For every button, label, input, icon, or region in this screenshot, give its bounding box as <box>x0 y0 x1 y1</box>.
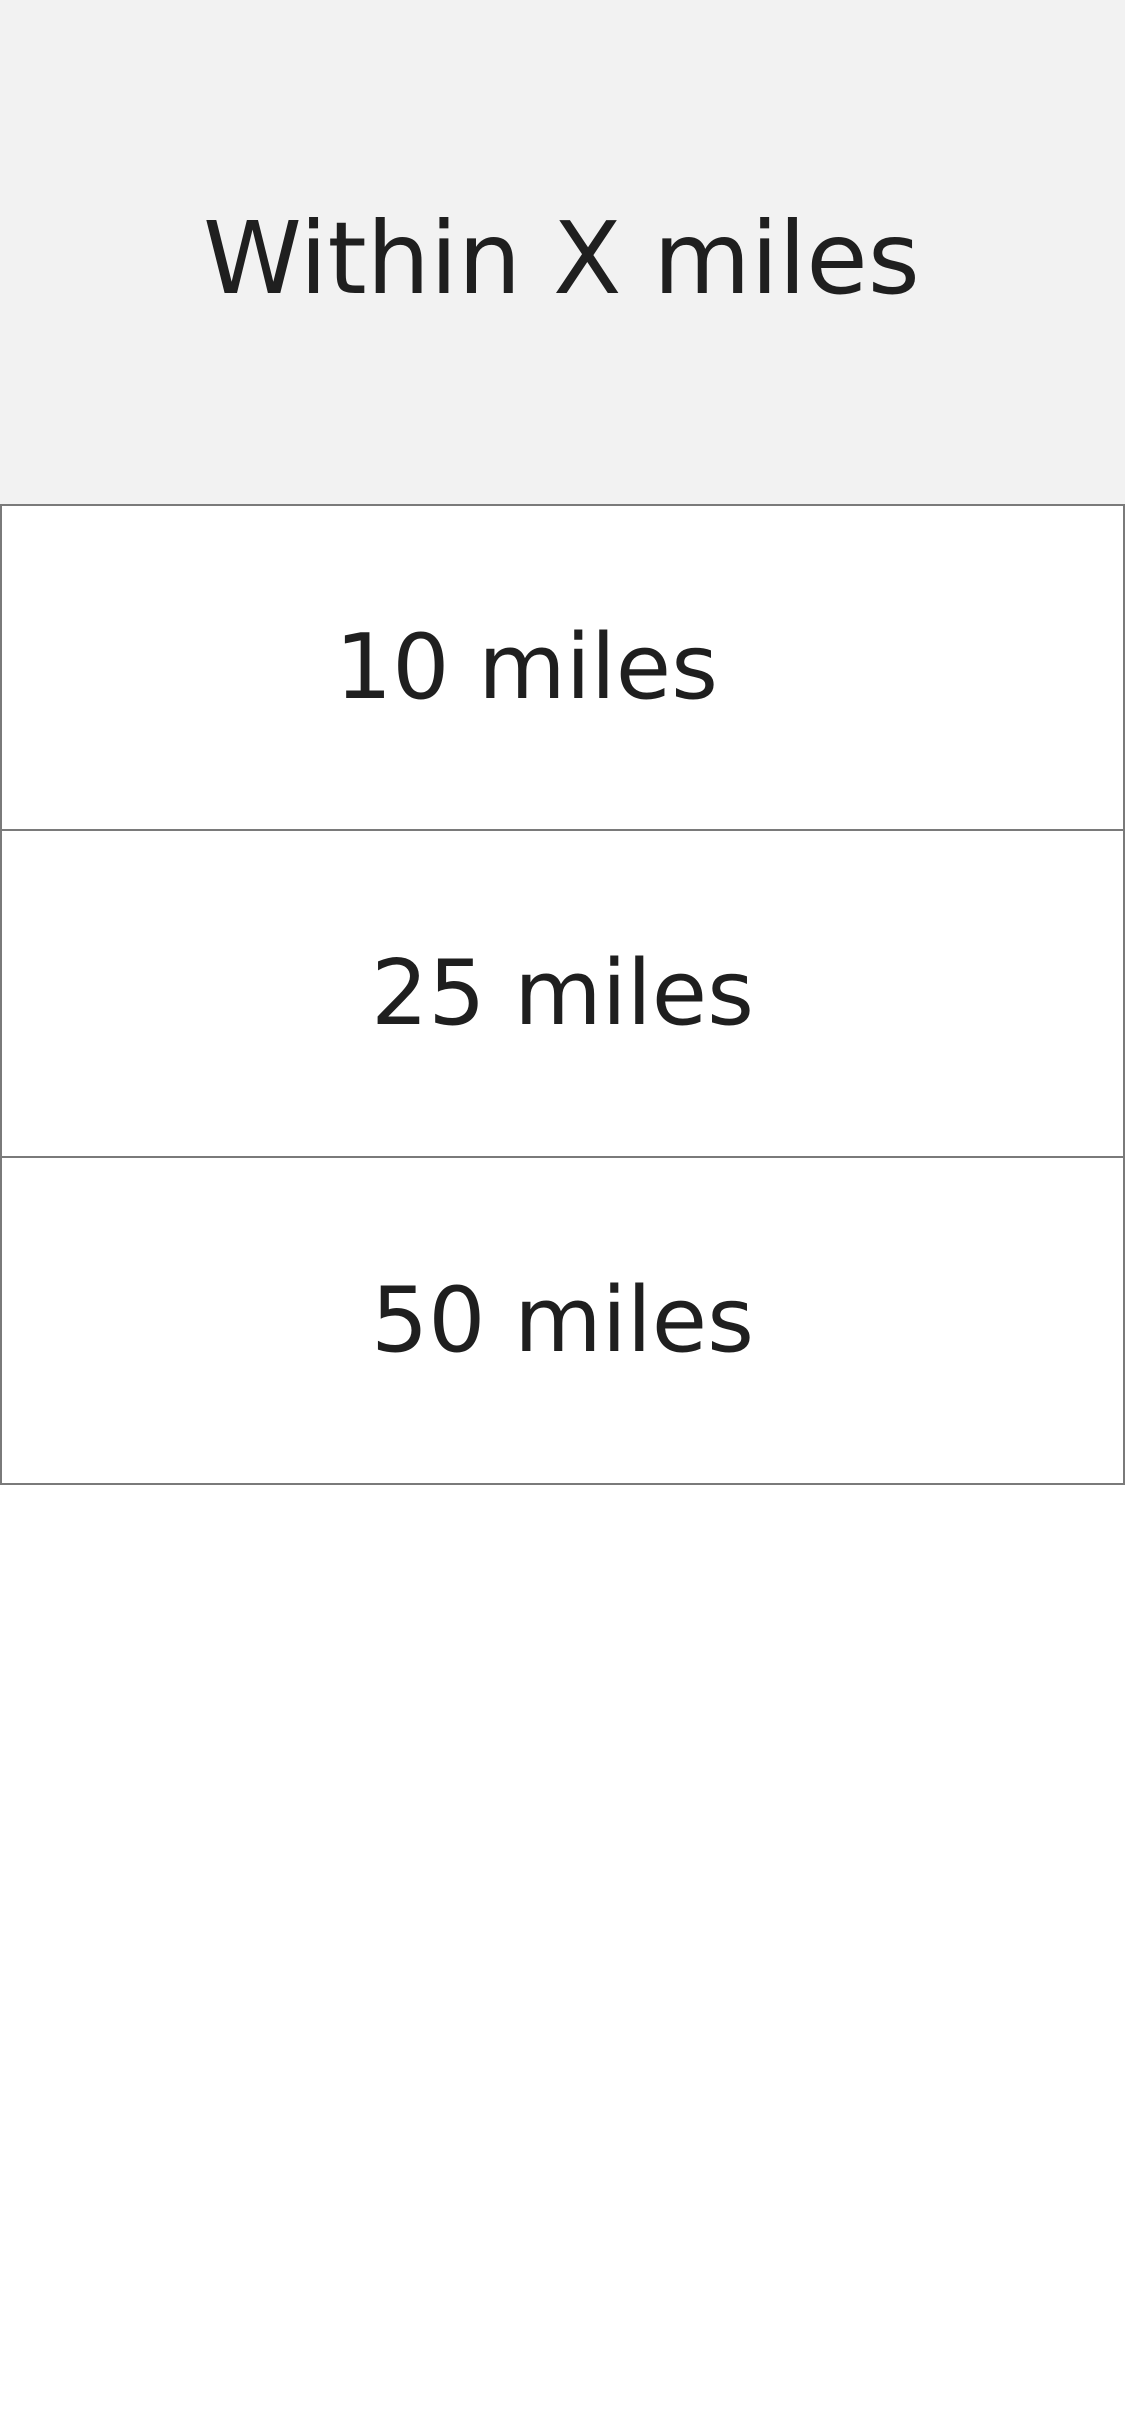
option-25-miles[interactable]: 25 miles <box>0 831 1125 1158</box>
option-50-miles[interactable]: 50 miles <box>0 1158 1125 1485</box>
picker-header: Within X miles <box>0 0 1125 504</box>
option-10-miles[interactable]: 10 miles <box>0 504 1125 831</box>
option-label: 10 miles <box>334 614 719 720</box>
option-label: 50 miles <box>370 1267 755 1373</box>
distance-picker-screen: Within X miles 10 miles 25 miles 50 mile… <box>0 0 1125 2436</box>
distance-options-list: 10 miles 25 miles 50 miles <box>0 504 1125 1485</box>
option-label: 25 miles <box>370 940 755 1046</box>
picker-title: Within X miles <box>203 200 920 317</box>
